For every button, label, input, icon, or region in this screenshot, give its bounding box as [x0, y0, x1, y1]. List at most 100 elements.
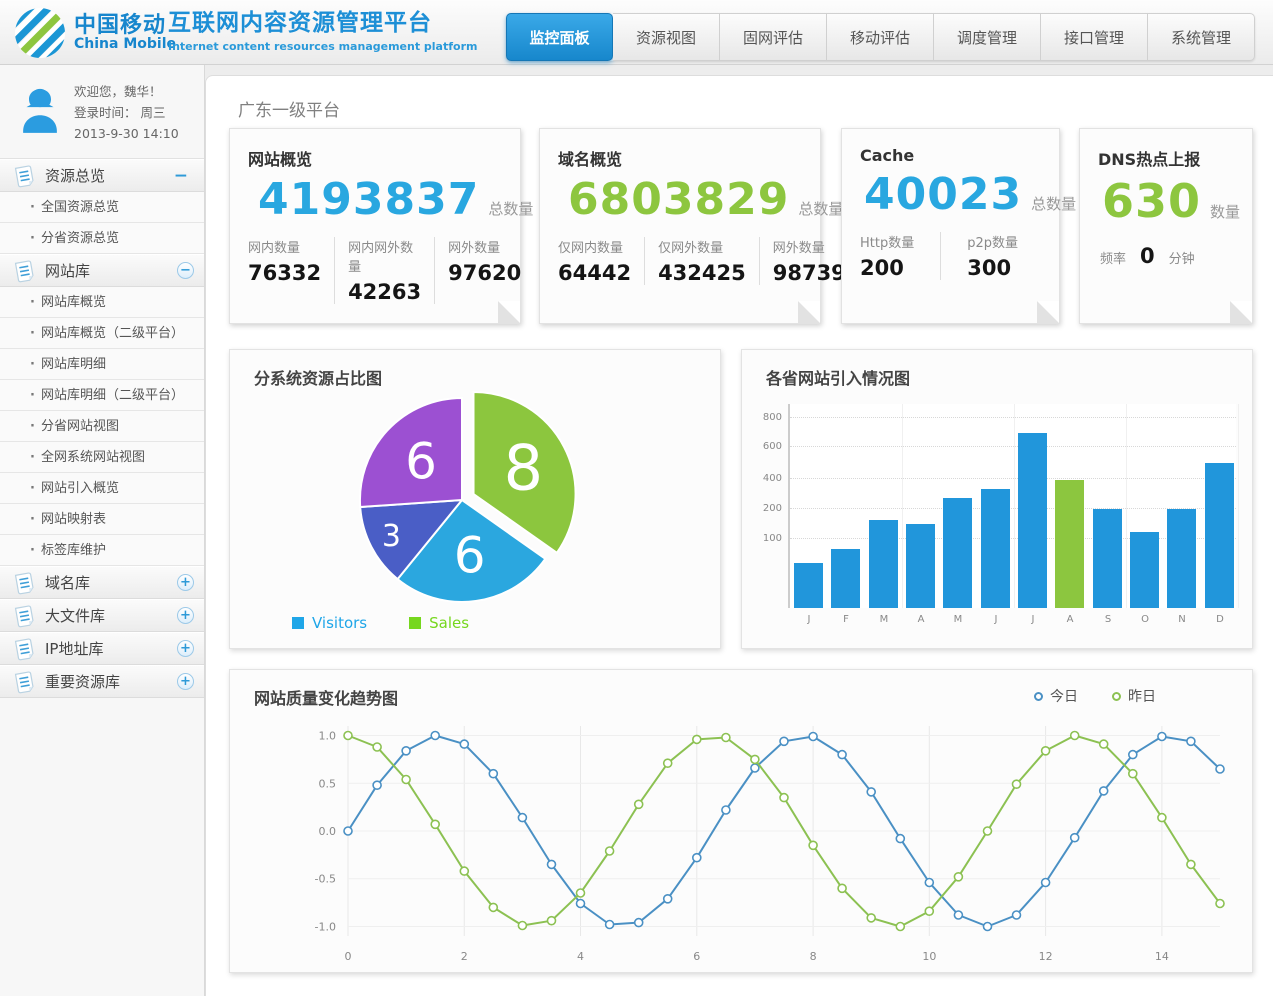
plus-icon[interactable]: + — [177, 673, 194, 690]
data-point[interactable] — [722, 806, 730, 814]
bar-J-0[interactable] — [794, 563, 823, 608]
data-point[interactable] — [780, 794, 788, 802]
sidebar-item[interactable]: 分省资源总览 — [0, 223, 204, 254]
data-point[interactable] — [1129, 751, 1137, 759]
data-point[interactable] — [693, 735, 701, 743]
bar-N-10[interactable] — [1167, 509, 1196, 608]
data-point[interactable] — [1158, 814, 1166, 822]
data-point[interactable] — [1187, 860, 1195, 868]
data-point[interactable] — [984, 827, 992, 835]
data-point[interactable] — [954, 873, 962, 881]
legend-item[interactable]: Visitors — [292, 614, 367, 632]
data-point[interactable] — [518, 922, 526, 930]
data-point[interactable] — [664, 759, 672, 767]
data-point[interactable] — [1216, 900, 1224, 908]
legend-item[interactable]: 昨日 — [1112, 686, 1156, 706]
data-point[interactable] — [1158, 733, 1166, 741]
data-point[interactable] — [925, 907, 933, 915]
data-point[interactable] — [460, 867, 468, 875]
data-point[interactable] — [431, 820, 439, 828]
bar-F-1[interactable] — [831, 549, 860, 608]
data-point[interactable] — [460, 740, 468, 748]
data-point[interactable] — [344, 827, 352, 835]
data-point[interactable] — [984, 923, 992, 931]
bar-J-6[interactable] — [1018, 433, 1047, 608]
data-point[interactable] — [896, 835, 904, 843]
sidebar-section-website-lib[interactable]: 网站库− — [0, 254, 204, 287]
data-point[interactable] — [373, 781, 381, 789]
sidebar-item[interactable]: 网站库概览 — [0, 287, 204, 318]
data-point[interactable] — [1100, 787, 1108, 795]
sidebar-section-important-lib[interactable]: 重要资源库+ — [0, 665, 204, 698]
sidebar-item[interactable]: 网站库概览（二级平台） — [0, 318, 204, 349]
legend-item[interactable]: Sales — [409, 614, 469, 632]
data-point[interactable] — [518, 814, 526, 822]
sidebar-item[interactable]: 网站库明细（二级平台） — [0, 380, 204, 411]
data-point[interactable] — [896, 923, 904, 931]
sidebar-item[interactable]: 标签库维护 — [0, 535, 204, 566]
bar-J-5[interactable] — [981, 489, 1010, 608]
minus-icon[interactable]: − — [174, 166, 188, 186]
data-point[interactable] — [489, 770, 497, 778]
plus-icon[interactable]: + — [177, 607, 194, 624]
sidebar-section-domain-lib[interactable]: 域名库+ — [0, 566, 204, 599]
bar-M-4[interactable] — [943, 498, 972, 608]
data-point[interactable] — [838, 884, 846, 892]
data-point[interactable] — [1042, 747, 1050, 755]
sidebar-section-ip-lib[interactable]: IP地址库+ — [0, 632, 204, 665]
plus-icon[interactable]: + — [177, 640, 194, 657]
sidebar-item[interactable]: 网站映射表 — [0, 504, 204, 535]
sidebar-item[interactable]: 分省网站视图 — [0, 411, 204, 442]
data-point[interactable] — [867, 788, 875, 796]
data-point[interactable] — [1216, 765, 1224, 773]
data-point[interactable] — [693, 854, 701, 862]
data-point[interactable] — [1187, 737, 1195, 745]
bar-O-9[interactable] — [1130, 532, 1159, 608]
data-point[interactable] — [809, 733, 817, 741]
minus-icon[interactable]: − — [177, 262, 194, 279]
data-point[interactable] — [751, 764, 759, 772]
tab-mobile-eval[interactable]: 移动评估 — [827, 13, 934, 61]
data-point[interactable] — [1071, 834, 1079, 842]
sidebar-item[interactable]: 网站库明细 — [0, 349, 204, 380]
data-point[interactable] — [489, 903, 497, 911]
data-point[interactable] — [577, 900, 585, 908]
sidebar-item[interactable]: 网站引入概览 — [0, 473, 204, 504]
tab-system-mgmt[interactable]: 系统管理 — [1148, 13, 1255, 61]
data-point[interactable] — [1042, 879, 1050, 887]
bar-D-11[interactable] — [1205, 463, 1234, 608]
data-point[interactable] — [431, 732, 439, 740]
data-point[interactable] — [606, 847, 614, 855]
data-point[interactable] — [838, 751, 846, 759]
bar-A-7[interactable] — [1055, 480, 1084, 608]
data-point[interactable] — [1013, 911, 1021, 919]
legend-item[interactable]: 今日 — [1034, 686, 1078, 706]
sidebar-item[interactable]: 全网系统网站视图 — [0, 442, 204, 473]
data-point[interactable] — [606, 921, 614, 929]
data-point[interactable] — [1013, 780, 1021, 788]
data-point[interactable] — [1100, 740, 1108, 748]
bar-A-3[interactable] — [906, 524, 935, 608]
sidebar-section-resource-overview[interactable]: 资源总览− — [0, 159, 204, 192]
data-point[interactable] — [722, 734, 730, 742]
bar-S-8[interactable] — [1093, 509, 1122, 608]
data-point[interactable] — [1071, 732, 1079, 740]
data-point[interactable] — [664, 895, 672, 903]
data-point[interactable] — [809, 841, 817, 849]
data-point[interactable] — [373, 743, 381, 751]
sidebar-section-bigfile-lib[interactable]: 大文件库+ — [0, 599, 204, 632]
data-point[interactable] — [548, 917, 556, 925]
plus-icon[interactable]: + — [177, 574, 194, 591]
data-point[interactable] — [867, 914, 875, 922]
tab-monitor-panel[interactable]: 监控面板 — [506, 13, 613, 61]
tab-fixed-net-eval[interactable]: 固网评估 — [720, 13, 827, 61]
data-point[interactable] — [925, 879, 933, 887]
data-point[interactable] — [344, 732, 352, 740]
sidebar-item[interactable]: 全国资源总览 — [0, 192, 204, 223]
tab-dispatch-mgmt[interactable]: 调度管理 — [934, 13, 1041, 61]
data-point[interactable] — [402, 776, 410, 784]
tab-resource-view[interactable]: 资源视图 — [613, 13, 720, 61]
data-point[interactable] — [751, 755, 759, 763]
data-point[interactable] — [954, 911, 962, 919]
data-point[interactable] — [780, 737, 788, 745]
